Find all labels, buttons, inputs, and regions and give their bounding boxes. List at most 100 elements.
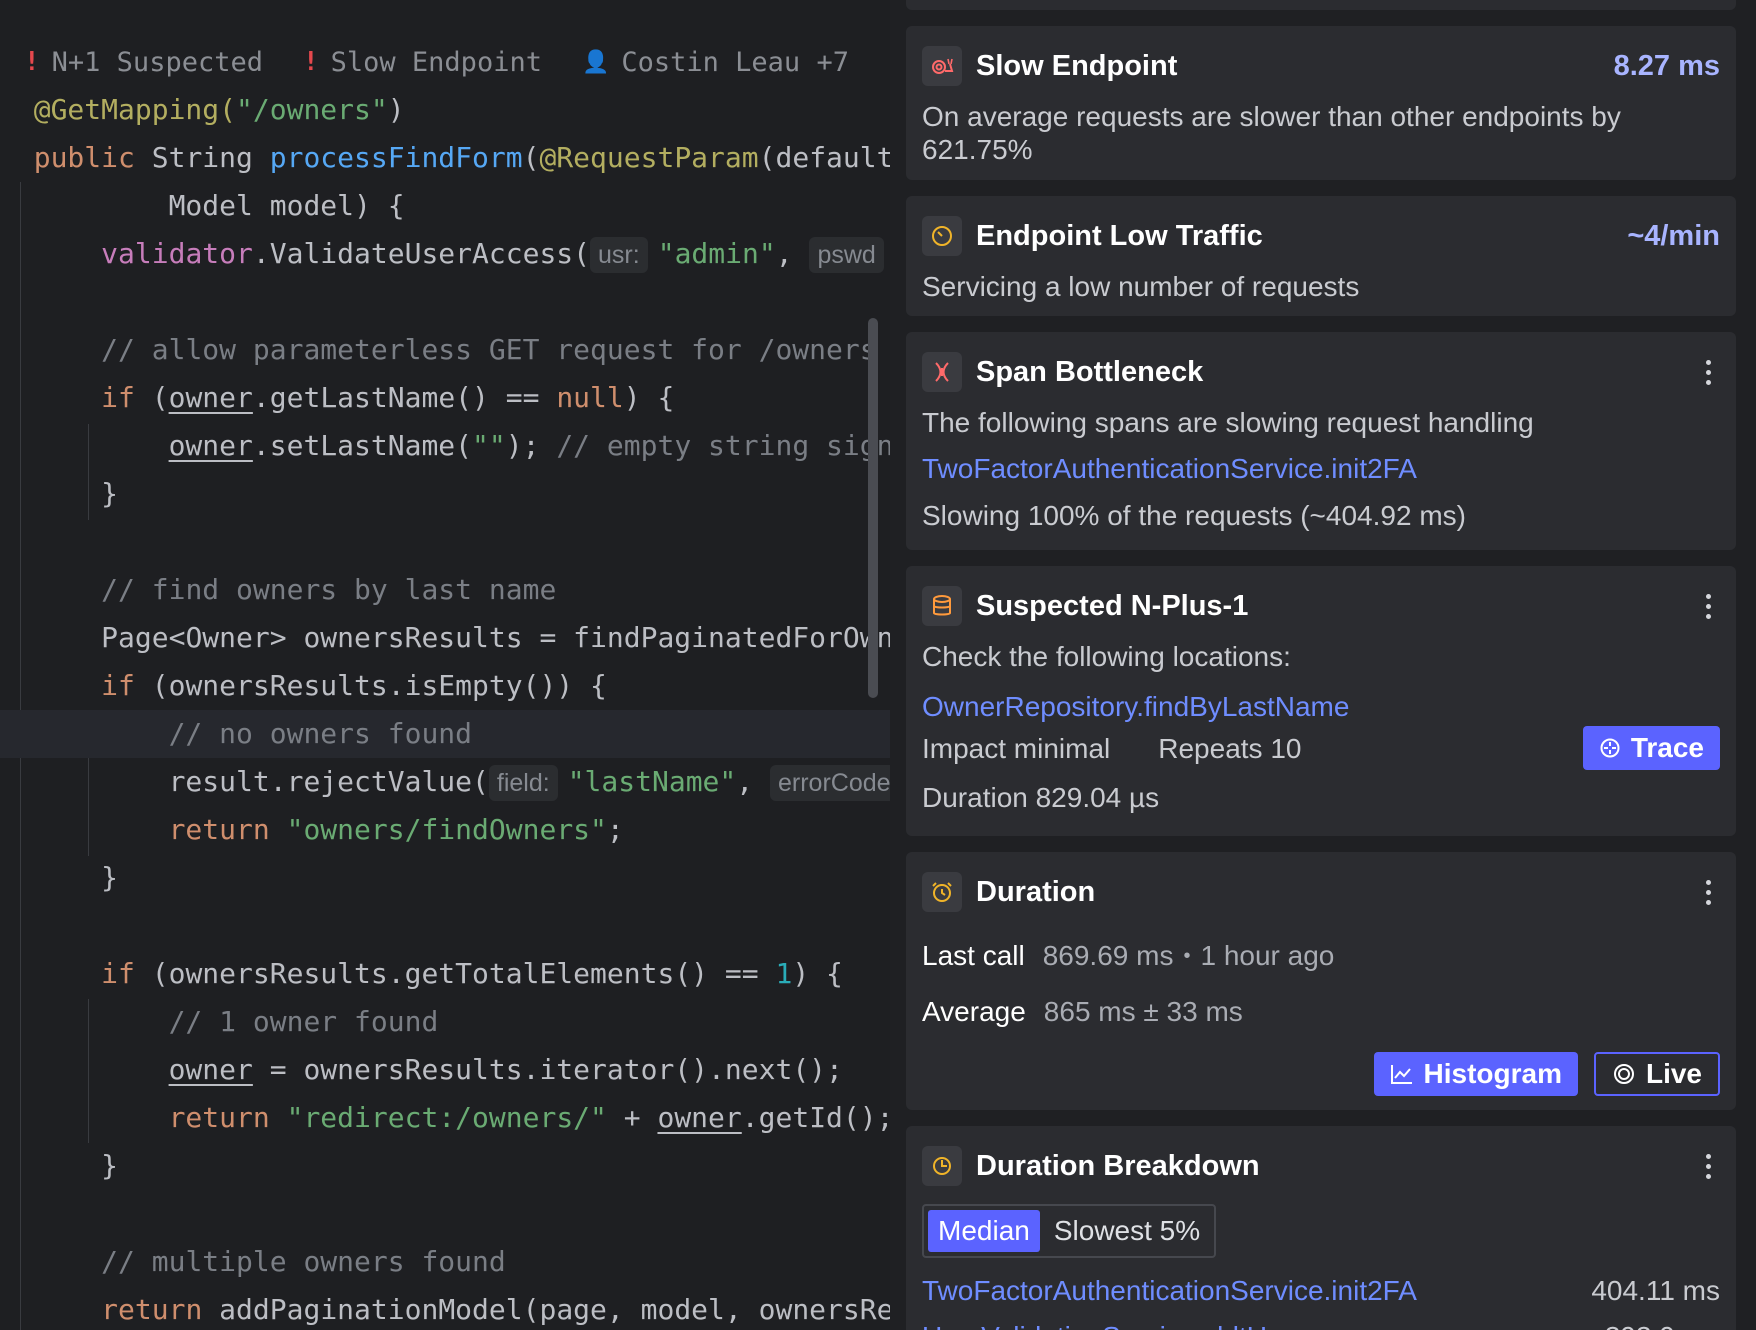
code-line: @GetMapping("/owners") (33, 93, 405, 126)
code-line: result.rejectValue(field: "lastName", err… (0, 758, 890, 806)
code-line: } (101, 477, 119, 510)
code-line: if (ownersResults.getTotalElements() == … (101, 957, 843, 990)
parameter-hint: errorCode: (769, 765, 890, 801)
impact-label: Impact minimal (922, 732, 1111, 764)
location-link[interactable]: OwnerRepository.findByLastName (922, 691, 1349, 722)
card-value: 8.27 ms (1613, 49, 1720, 82)
bottleneck-icon (922, 352, 962, 392)
code-line: owner.setLastName(""); // empty string s… (168, 429, 890, 462)
span-bottleneck-card: Span Bottleneck The following spans are … (906, 332, 1736, 550)
code-line: return addPaginationModel(page, model, o… (101, 1293, 890, 1326)
card-value: ~4/min (1627, 219, 1720, 252)
span-link[interactable]: TwoFactorAuthenticationService.init2FA (922, 453, 1417, 484)
code-line: // allow parameterless GET request for /… (101, 333, 877, 366)
code-line: Model model) { (168, 189, 405, 222)
bottleneck-detail: Slowing 100% of the requests (~404.92 ms… (922, 500, 1466, 531)
editor-scrollbar[interactable] (868, 318, 878, 698)
slow-endpoint-hint-label: Slow Endpoint (330, 46, 542, 78)
alarm-clock-icon (922, 872, 962, 912)
warning-icon: ! (302, 47, 319, 77)
code-line: Page<Owner> ownersResults = findPaginate… (101, 621, 890, 654)
more-options-icon[interactable] (1696, 879, 1720, 905)
code-editor[interactable]: ! N+1 Suspected ! Slow Endpoint 👤 Costin… (0, 0, 890, 1330)
crosshair-icon (1600, 738, 1620, 758)
last-call-label: Last call (922, 940, 1025, 971)
pie-clock-icon (922, 1146, 962, 1186)
code-line: } (101, 1149, 119, 1182)
low-traffic-card: Endpoint Low Traffic ~4/min Servicing a … (906, 196, 1736, 316)
last-call-value: 869.69 ms (1042, 940, 1174, 971)
code-line: // find owners by last name (101, 573, 557, 606)
n-plus-one-hint-label: N+1 Suspected (51, 46, 263, 78)
insights-panel: Slow Endpoint 8.27 ms On average request… (890, 0, 1756, 1330)
code-line: if (ownersResults.isEmpty()) { (101, 669, 607, 702)
breakdown-value: 393.9 ms (1605, 1321, 1720, 1330)
more-options-icon[interactable] (1696, 1153, 1720, 1179)
code-vision-hints: ! N+1 Suspected ! Slow Endpoint 👤 Costin… (24, 44, 849, 80)
more-options-icon[interactable] (1696, 359, 1720, 385)
tab-slowest-5[interactable]: Slowest 5% (1044, 1210, 1210, 1252)
live-icon (1613, 1064, 1634, 1084)
breakdown-span-link[interactable]: TwoFactorAuthenticationService.init2FA (922, 1275, 1591, 1307)
code-line: // multiple owners found (101, 1245, 506, 1278)
code-line: return "owners/findOwners"; (168, 813, 624, 846)
average-row: Average 865 ms ± 33 ms (922, 990, 1720, 1034)
duration-card: Duration Last call 869.69 ms • 1 hour ag… (906, 852, 1736, 1110)
histogram-button[interactable]: Histogram (1373, 1052, 1578, 1096)
breakdown-value: 404.11 ms (1591, 1275, 1720, 1306)
live-button[interactable]: Live (1593, 1052, 1720, 1096)
card-title: Suspected N-Plus-1 (976, 589, 1249, 622)
parameter-hint: field: (488, 765, 558, 801)
code-line: // 1 owner found (168, 1005, 439, 1038)
trace-button-label: Trace (1630, 732, 1704, 763)
n-plus-one-card: Suspected N-Plus-1 Check the following l… (906, 566, 1736, 836)
breakdown-toggle: Median Slowest 5% (922, 1204, 1217, 1258)
code-line: public String processFindForm(@RequestPa… (33, 141, 890, 174)
duration-label: Duration 829.04 µs (922, 782, 1160, 813)
last-call-ago: 1 hour ago (1200, 940, 1335, 971)
more-options-icon[interactable] (1696, 593, 1720, 619)
card-description: Check the following locations: (922, 641, 1291, 672)
gauge-icon (922, 216, 962, 256)
previous-insight-card (906, 0, 1736, 10)
card-title: Slow Endpoint (976, 49, 1178, 82)
parameter-hint: pswd (809, 237, 884, 273)
warning-icon: ! (24, 47, 40, 77)
average-label: Average (922, 996, 1026, 1027)
code-line: if (owner.getLastName() == null) { (101, 381, 675, 414)
card-title: Duration (976, 875, 1096, 908)
breakdown-row: UserValidationService.vldtUsr 393.9 ms (922, 1314, 1720, 1330)
tab-median[interactable]: Median (928, 1210, 1040, 1252)
card-title: Duration Breakdown (976, 1149, 1260, 1182)
code-lines[interactable]: @GetMapping("/owners") public String pro… (0, 86, 890, 1330)
authors-hint-label: Costin Leau +7 (621, 46, 849, 78)
parameter-hint: usr: (590, 237, 648, 273)
repeats-label: Repeats 10 (1158, 732, 1302, 764)
trace-button[interactable]: Trace (1582, 726, 1720, 770)
separator-dot: • (1183, 944, 1191, 967)
database-icon (922, 586, 962, 626)
authors-hint[interactable]: 👤 Costin Leau +7 (582, 47, 849, 78)
slow-endpoint-card: Slow Endpoint 8.27 ms On average request… (906, 26, 1736, 180)
breakdown-span-link[interactable]: UserValidationService.vldtUsr (922, 1321, 1605, 1330)
card-title: Span Bottleneck (976, 355, 1204, 388)
average-value: 865 ms ± 33 ms (1043, 996, 1243, 1027)
card-description: The following spans are slowing request … (922, 407, 1534, 438)
person-icon: 👤 (581, 49, 610, 75)
code-line: return "redirect:/owners/" + owner.getId… (168, 1101, 890, 1134)
card-title: Endpoint Low Traffic (976, 219, 1263, 252)
card-description: On average requests are slower than othe… (922, 101, 1621, 165)
slow-endpoint-hint[interactable]: ! Slow Endpoint (303, 47, 542, 78)
current-code-line: // no owners found (0, 710, 890, 758)
code-line: } (101, 861, 119, 894)
live-button-label: Live (1645, 1058, 1702, 1089)
duration-breakdown-card: Duration Breakdown Median Slowest 5% Two… (906, 1126, 1736, 1330)
histogram-button-label: Histogram (1423, 1058, 1562, 1089)
n-plus-one-hint[interactable]: ! N+1 Suspected (24, 47, 263, 78)
breakdown-row: TwoFactorAuthenticationService.init2FA 4… (922, 1268, 1720, 1314)
last-call-row: Last call 869.69 ms • 1 hour ago (922, 934, 1720, 978)
